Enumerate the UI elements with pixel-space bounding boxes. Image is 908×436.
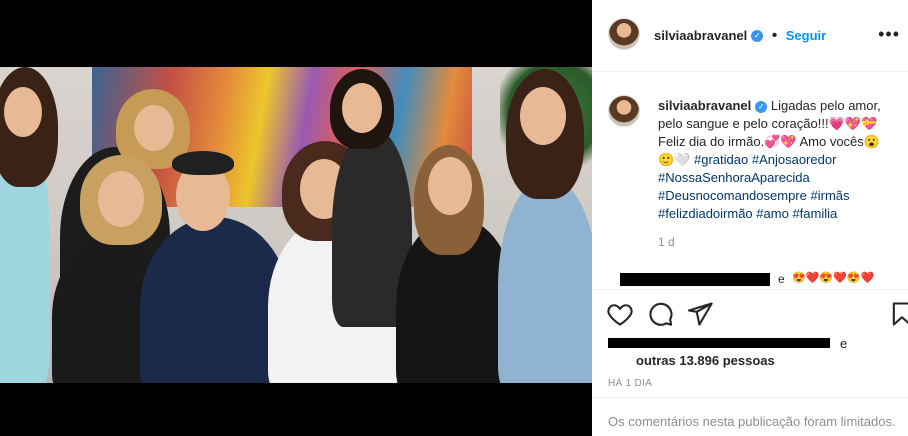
person-4-hair <box>172 151 234 175</box>
caption-avatar[interactable] <box>608 95 640 127</box>
comment-bubble-icon[interactable] <box>646 300 674 328</box>
hashtag[interactable]: #felizdiadoirmão <box>658 206 753 221</box>
likes-count[interactable]: outras 13.896 pessoas <box>636 353 775 368</box>
heart-icon[interactable] <box>606 300 634 328</box>
post-sidebar: silviaabravanel ✓ • Seguir ••• silviaabra… <box>592 0 908 436</box>
post-header: silviaabravanel ✓ • Seguir ••• <box>592 0 908 72</box>
comment-connector: e <box>778 272 785 286</box>
post-time-ago[interactable]: HÁ 1 DIA <box>608 378 652 389</box>
author-username[interactable]: silviaabravanel <box>654 28 747 43</box>
author-avatar[interactable] <box>608 18 640 50</box>
hashtag[interactable]: #amo <box>756 206 789 221</box>
redacted-comment-username <box>620 273 770 286</box>
caption-username[interactable]: silviaabravanel <box>658 98 751 113</box>
person-8-face <box>520 87 566 145</box>
person-8 <box>498 177 592 383</box>
comment-emojis: 😍❤️😍❤️😍❤️ <box>792 272 875 284</box>
hashtag[interactable]: #gratidao <box>694 152 748 167</box>
dot-separator: • <box>771 27 778 44</box>
post-caption: silviaabravanel ✓ Ligadas pelo amor, pelo… <box>658 97 898 223</box>
hashtag[interactable]: #familia <box>792 206 837 221</box>
person-3-face <box>98 171 144 227</box>
paper-plane-icon[interactable] <box>686 300 714 328</box>
author-line: silviaabravanel ✓ • Seguir <box>654 27 826 45</box>
post-media-pane <box>0 0 592 436</box>
redacted-liker-names <box>608 338 830 348</box>
follow-button[interactable]: Seguir <box>786 28 826 43</box>
hashtag[interactable]: #Deusnocomandosempre <box>658 188 807 203</box>
person-2-face <box>134 105 174 151</box>
likes-others-text[interactable]: outras 13.896 pessoas <box>636 353 775 368</box>
action-bar <box>592 289 908 339</box>
likes-conjunction: e <box>840 336 848 351</box>
hashtag[interactable]: #Anjosaoredor <box>752 152 837 167</box>
caption-timestamp[interactable]: 1 d <box>658 235 675 249</box>
caption-verified-badge-icon: ✓ <box>755 100 768 113</box>
hashtag[interactable]: #NossaSenhoraAparecida <box>658 170 810 185</box>
comments-limited-notice: Os comentários nesta publicação foram li… <box>592 397 908 436</box>
person-7-face <box>428 157 472 215</box>
hashtag[interactable]: #irmãs <box>811 188 850 203</box>
caption-section: silviaabravanel ✓ Ligadas pelo amor, pelo… <box>592 73 908 288</box>
person-6-face <box>342 83 382 133</box>
more-options-icon[interactable]: ••• <box>878 24 900 45</box>
bookmark-icon[interactable] <box>888 300 908 328</box>
person-1-face <box>4 87 42 137</box>
post-photo[interactable] <box>0 67 592 383</box>
comment-preview: e 😍❤️😍❤️😍❤️ <box>606 272 902 287</box>
verified-badge-icon: ✓ <box>751 29 764 42</box>
